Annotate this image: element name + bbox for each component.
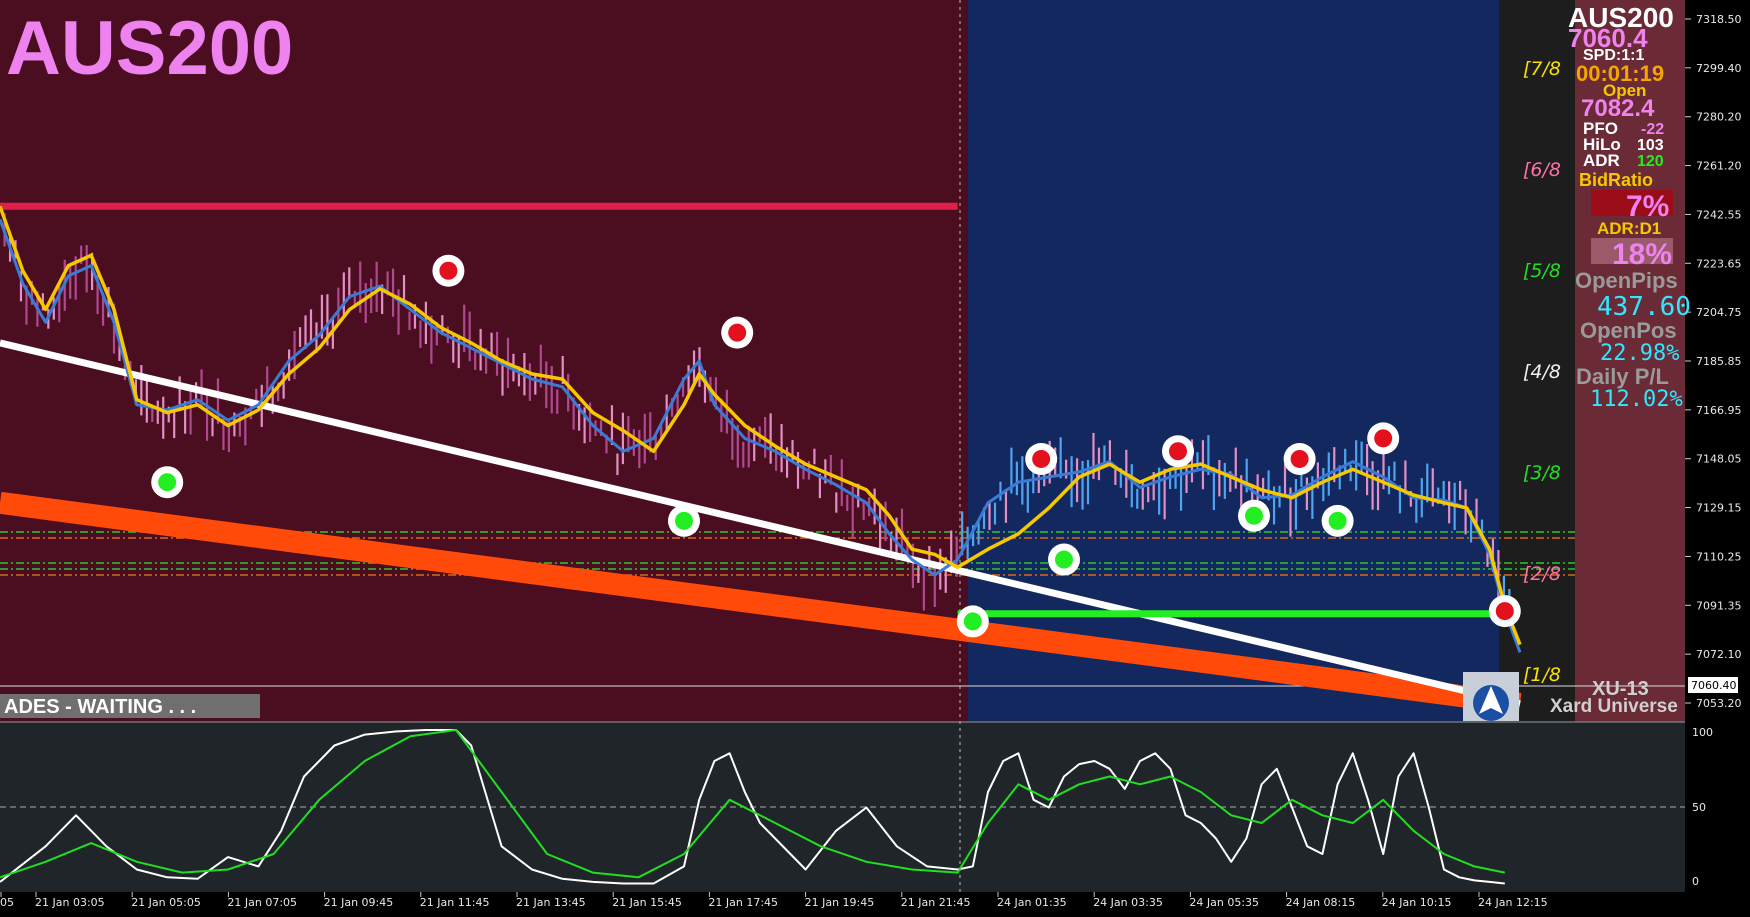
status-banner: ADES - WAITING . . .: [4, 696, 196, 718]
osc-tick-label: 100: [1692, 726, 1713, 739]
y-tick-label: 7091.35: [1696, 599, 1742, 612]
info-open-value: 7082.4: [1581, 95, 1655, 122]
swing-high-dot: [728, 323, 747, 342]
current-price-tag: 7060.40: [1691, 679, 1737, 692]
x-tick-label: 24 Jan 10:15: [1382, 896, 1452, 909]
x-tick-label: 21 Jan 21:45: [901, 896, 971, 909]
swing-high-dot: [1032, 449, 1051, 468]
x-tick-label: 21 Jan 13:45: [516, 896, 586, 909]
swing-low-dot: [675, 511, 693, 530]
osc-tick-label: 50: [1692, 801, 1706, 814]
y-tick-label: 7129.15: [1696, 502, 1742, 515]
info-open-pos-label: OpenPos: [1580, 318, 1677, 343]
info-open-pips-label: OpenPips: [1575, 268, 1678, 293]
x-tick-label: 21 Jan 15:45: [612, 896, 682, 909]
symbol-title: AUS200: [6, 6, 293, 91]
y-tick-label: 7299.40: [1696, 62, 1742, 75]
y-tick-label: 7166.95: [1696, 404, 1742, 417]
murrey-label-3-8: [3/8: [1523, 462, 1561, 484]
x-tick-label: 24 Jan 01:35: [997, 896, 1067, 909]
x-tick-label: 21 Jan 17:45: [708, 896, 778, 909]
info-daily-pl-label: Daily P/L: [1576, 364, 1669, 389]
info-hilo-value: 103: [1637, 137, 1664, 154]
x-tick-label: 05: [0, 896, 14, 909]
info-adr-value: 120: [1637, 153, 1664, 170]
watermark-brand: Xard Universe: [1550, 696, 1678, 717]
murrey-label-2-8: [2/8: [1523, 563, 1561, 585]
swing-low-dot: [158, 473, 177, 492]
swing-high-dot: [439, 261, 458, 280]
swing-low-dot: [1328, 511, 1347, 530]
x-tick-label: 21 Jan 05:05: [131, 896, 201, 909]
info-pfo-value: -22: [1641, 121, 1664, 138]
y-tick-label: 7223.65: [1696, 257, 1742, 270]
y-tick-label: 7148.05: [1696, 453, 1742, 466]
y-tick-label: 7242.55: [1696, 208, 1742, 221]
info-daily-pl-value: 112.02%: [1590, 387, 1683, 412]
murrey-label-7-8: [7/8: [1523, 58, 1561, 80]
x-tick-label: 24 Jan 05:35: [1189, 896, 1259, 909]
swing-high-dot: [1495, 602, 1514, 621]
murrey-label-1-8: [1/8: [1523, 664, 1561, 686]
murrey-label-6-8: [6/8: [1523, 159, 1561, 181]
y-tick-label: 7318.50: [1696, 13, 1742, 26]
swing-high-dot: [1290, 449, 1309, 468]
y-tick-label: 7110.25: [1696, 550, 1742, 563]
murrey-label-5-8: [5/8: [1523, 260, 1561, 282]
y-tick-label: 7204.75: [1696, 306, 1742, 319]
x-tick-label: 21 Jan 09:45: [324, 896, 394, 909]
y-tick-label: 7072.10: [1696, 648, 1742, 661]
info-open-pos-value: 22.98%: [1600, 341, 1679, 366]
x-tick-label: 21 Jan 19:45: [805, 896, 875, 909]
info-adr-label: ADR: [1583, 151, 1620, 170]
x-tick-label: 21 Jan 03:05: [35, 896, 105, 909]
x-tick-label: 24 Jan 12:15: [1478, 896, 1548, 909]
y-tick-label: 7185.85: [1696, 355, 1742, 368]
trading-chart[interactable]: 7318.50 7299.40 7280.20 7261.20 7242.55 7223.…: [0, 0, 1750, 917]
swing-high-dot: [1169, 442, 1187, 461]
x-tick-label: 24 Jan 08:15: [1286, 896, 1356, 909]
x-tick-label: 21 Jan 07:05: [227, 896, 297, 909]
y-tick-label: 7053.20: [1696, 697, 1742, 710]
y-tick-label: 7261.20: [1696, 160, 1742, 173]
y-tick-label: 7280.20: [1696, 111, 1742, 124]
swing-low-dot: [1245, 506, 1263, 525]
info-adr-d1-value: 18%: [1612, 238, 1672, 271]
info-bidratio-label: BidRatio: [1579, 170, 1653, 190]
murrey-label-4-8: [4/8: [1523, 361, 1561, 383]
info-adr-d1-label: ADR:D1: [1597, 219, 1661, 238]
swing-high-dot: [1374, 429, 1393, 448]
x-tick-label: 24 Jan 03:35: [1093, 896, 1163, 909]
x-tick-label: 21 Jan 11:45: [420, 896, 490, 909]
swing-low-dot: [963, 612, 982, 631]
osc-tick-label: 0: [1692, 875, 1699, 888]
swing-low-dot: [1055, 550, 1073, 569]
xard-logo: [1463, 672, 1519, 721]
